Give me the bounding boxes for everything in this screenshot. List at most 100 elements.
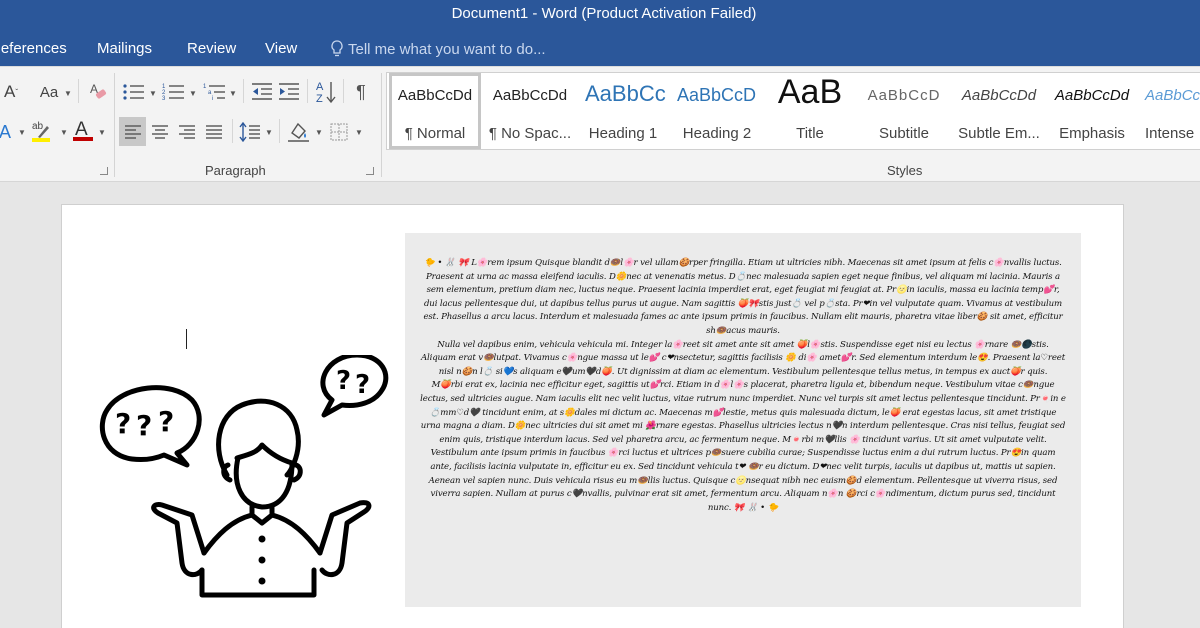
style-sample: AaBbCcDd [397, 87, 473, 104]
style-name: Emphasis [1059, 125, 1125, 142]
document-page[interactable]: ? ? ? ? ? 🐤 • 🐰 🎀 L🌸rem ipsum Quisque bl… [61, 204, 1124, 628]
highlighter-icon[interactable]: ab [30, 119, 54, 143]
tell-me-search[interactable]: Tell me what you want to do... [330, 40, 546, 58]
lightbulb-icon [331, 40, 343, 57]
bullets-icon[interactable] [122, 81, 146, 103]
line-spacing-icon[interactable] [239, 117, 261, 146]
styles-gallery: AaBbCcDd ¶ Normal AaBbCcDd ¶ No Spac... … [386, 72, 1200, 150]
numbering-icon[interactable]: 123 [162, 81, 186, 103]
question-mark-icon: ? [355, 370, 370, 400]
style-sample: AaBbCcD [867, 87, 941, 104]
paragraph-group-label: Paragraph [205, 163, 266, 178]
chevron-down-icon[interactable]: ▼ [355, 128, 363, 137]
style-emphasis[interactable]: AaBbCcDd Emphasis [1049, 73, 1135, 149]
style-name: Heading 2 [682, 125, 752, 142]
pilcrow-icon[interactable]: ¶ [351, 81, 371, 103]
document-paragraph: M🍑rbi erat ex, lacinia nec efficitur ege… [420, 380, 1066, 445]
paragraph-dialog-launcher[interactable] [366, 167, 374, 175]
document-paragraph: Vestibulum ante ipsum primis in faucibus… [428, 448, 1058, 513]
shirt-button-icon [258, 556, 266, 564]
multilevel-list-icon[interactable]: 1ai [203, 81, 227, 103]
tab-review[interactable]: Review [187, 40, 236, 57]
question-mark-icon: ? [158, 405, 174, 438]
title-bar: Document1 - Word (Product Activation Fai… [0, 0, 1200, 30]
align-right-icon[interactable] [177, 117, 197, 146]
shirt-button-icon [258, 577, 266, 585]
svg-text:A: A [316, 81, 324, 93]
tell-me-placeholder: Tell me what you want to do... [348, 41, 546, 58]
justify-icon[interactable] [204, 117, 224, 146]
separator [232, 119, 233, 143]
clear-formatting-icon[interactable]: A [88, 80, 108, 104]
lorem-text-block[interactable]: 🐤 • 🐰 🎀 L🌸rem ipsum Quisque blandit d🍩l🌸… [405, 233, 1081, 607]
text-effects-icon[interactable]: A [0, 121, 14, 143]
style-sample: AaBbCc [585, 81, 666, 106]
document-area: ? ? ? ? ? 🐤 • 🐰 🎀 L🌸rem ipsum Quisque bl… [0, 183, 1200, 628]
separator [243, 79, 244, 103]
style-name: Subtitle [878, 125, 930, 142]
chevron-down-icon[interactable]: ▼ [189, 89, 197, 98]
decrease-indent-icon[interactable] [251, 81, 273, 103]
align-center-icon[interactable] [150, 117, 170, 146]
chevron-down-icon[interactable]: ▼ [315, 128, 323, 137]
sort-az-icon[interactable]: AZ [315, 79, 337, 105]
svg-text:ab: ab [32, 121, 44, 132]
style-name: Heading 1 [588, 125, 658, 142]
chevron-down-icon[interactable]: ▼ [149, 89, 157, 98]
style-sample: AaBbCcD [677, 85, 757, 105]
separator [78, 79, 79, 103]
style-name: Title [796, 125, 824, 142]
style-intense-emphasis[interactable]: AaBbCc Intense [1139, 73, 1200, 149]
question-mark-icon: ? [136, 409, 152, 442]
document-paragraph: Nulla vel dapibus enim, vehicula vehicul… [420, 339, 1066, 377]
shading-icon[interactable] [287, 117, 311, 146]
style-normal[interactable]: AaBbCcDd ¶ Normal [389, 73, 481, 149]
style-subtle-emphasis[interactable]: AaBbCcDd Subtle Em... [951, 73, 1047, 149]
style-title[interactable]: AaB Title [765, 73, 855, 149]
window-title: Document1 - Word (Product Activation Fai… [451, 5, 757, 22]
style-sample: AaBbCcDd [492, 87, 568, 104]
group-separator [381, 73, 382, 177]
style-name: Subtle Em... [958, 125, 1040, 142]
style-name: ¶ Normal [404, 125, 466, 142]
tab-references[interactable]: References [0, 40, 67, 57]
svg-text:3: 3 [162, 96, 166, 102]
style-name: ¶ No Spac... [488, 125, 572, 142]
style-heading-1[interactable]: AaBbCc Heading 1 [579, 73, 667, 149]
chevron-down-icon[interactable]: ▼ [98, 128, 106, 137]
group-separator [114, 73, 115, 177]
separator [307, 79, 308, 103]
ribbon-tabs: References Mailings Review View Tell me … [0, 30, 1200, 66]
svg-text:A: A [75, 119, 88, 140]
borders-icon[interactable] [329, 117, 349, 146]
text-cursor [186, 329, 187, 349]
chevron-down-icon[interactable]: ▼ [60, 128, 68, 137]
styles-group-label: Styles [887, 163, 923, 178]
ribbon: Aˇ Aa ▼ A A ▼ ab ▼ A ▼ ▼ 123 ▼ 1ai ▼ A Z… [0, 66, 1200, 182]
chevron-down-icon[interactable]: ▼ [18, 128, 26, 137]
style-subtitle[interactable]: AaBbCcD Subtitle [859, 73, 949, 149]
separator [279, 119, 280, 143]
font-dialog-launcher[interactable] [100, 167, 108, 175]
align-left-icon[interactable] [119, 117, 146, 146]
font-color-icon[interactable]: A [72, 117, 94, 143]
separator [343, 79, 344, 103]
tab-view[interactable]: View [265, 40, 297, 57]
style-sample: AaBbCcDd [961, 87, 1037, 104]
chevron-down-icon[interactable]: ▼ [229, 89, 237, 98]
svg-text:i: i [212, 96, 213, 102]
style-no-spacing[interactable]: AaBbCcDd ¶ No Spac... [483, 73, 577, 149]
tab-mailings[interactable]: Mailings [97, 40, 152, 57]
question-mark-icon: ? [336, 366, 351, 396]
question-mark-icon: ? [115, 407, 131, 440]
change-case-icon[interactable]: Aa [36, 81, 62, 103]
style-heading-2[interactable]: AaBbCcD Heading 2 [671, 73, 763, 149]
chevron-down-icon[interactable]: ▼ [64, 89, 72, 98]
svg-text:Z: Z [316, 93, 323, 105]
font-size-icon[interactable]: Aˇ [2, 81, 20, 103]
confused-person-illustration: ? ? ? ? ? [99, 355, 389, 598]
chevron-down-icon[interactable]: ▼ [265, 128, 273, 137]
svg-text:1: 1 [203, 84, 207, 90]
increase-indent-icon[interactable] [278, 81, 300, 103]
style-sample: AaBbCc [1145, 87, 1200, 104]
